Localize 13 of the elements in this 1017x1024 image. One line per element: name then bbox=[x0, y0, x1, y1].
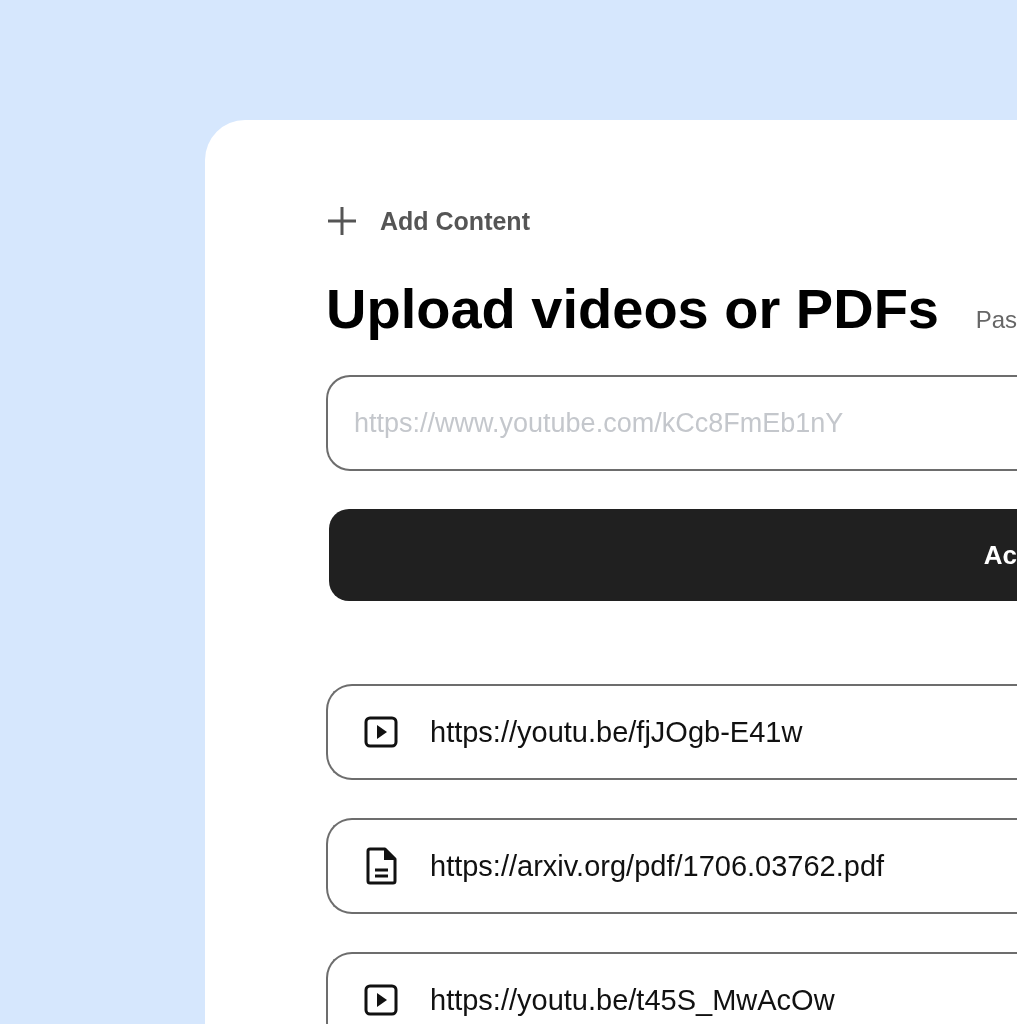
content-item[interactable]: https://youtu.be/t45S_MwAcOw bbox=[326, 952, 1017, 1024]
item-url: https://youtu.be/fjJOgb-E41w bbox=[430, 715, 803, 749]
subtitle: Pas bbox=[975, 306, 1017, 334]
page-title: Upload videos or PDFs bbox=[326, 276, 939, 341]
item-url: https://youtu.be/t45S_MwAcOw bbox=[430, 983, 835, 1017]
content-item[interactable]: https://youtu.be/fjJOgb-E41w bbox=[326, 684, 1017, 780]
content-item[interactable]: https://arxiv.org/pdf/1706.03762.pdf bbox=[326, 818, 1017, 914]
item-url: https://arxiv.org/pdf/1706.03762.pdf bbox=[430, 849, 885, 883]
add-button[interactable]: Ac bbox=[329, 509, 1017, 601]
url-input-field[interactable]: https://www.youtube.com/kCc8FmEb1nY bbox=[326, 375, 1017, 471]
section-label: Add Content bbox=[380, 206, 530, 236]
document-icon bbox=[364, 847, 398, 885]
plus-icon bbox=[326, 205, 358, 237]
